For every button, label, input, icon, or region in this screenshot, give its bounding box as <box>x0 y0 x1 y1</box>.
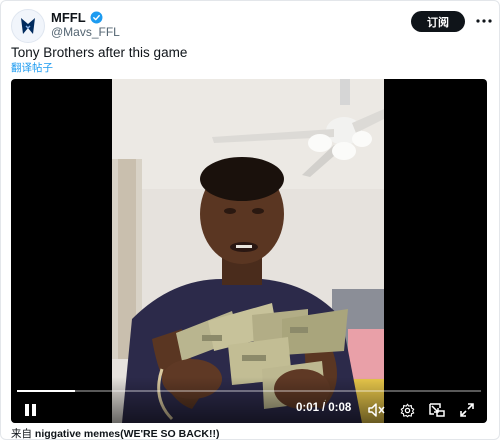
translate-post-link[interactable]: 翻译帖子 <box>11 60 53 75</box>
display-name[interactable]: MFFL <box>51 10 86 25</box>
subscribe-button[interactable]: 订阅 <box>411 11 465 32</box>
source-prefix: 来自 <box>11 428 32 440</box>
source-attribution: 来自 niggative memes(WE'RE SO BACK!!) <box>11 426 219 441</box>
duration: 0:08 <box>328 402 352 414</box>
avatar[interactable] <box>11 9 45 43</box>
current-time: 0:01 <box>296 402 320 414</box>
pause-icon <box>24 404 36 416</box>
tweet-card: MFFL @Mavs_FFL 订阅 Tony Brothers after th… <box>0 0 500 440</box>
video-frame <box>112 79 384 423</box>
progress-bar[interactable] <box>17 390 481 392</box>
account-name-row[interactable]: MFFL <box>51 10 103 25</box>
speaker-muted-icon <box>368 403 385 417</box>
video-player[interactable]: 0:01 / 0:08 <box>11 79 487 423</box>
mavs-logo-icon <box>21 18 35 34</box>
settings-button[interactable] <box>397 401 417 419</box>
expand-icon <box>460 403 474 417</box>
progress-fill <box>17 390 75 392</box>
account-handle[interactable]: @Mavs_FFL <box>51 25 120 39</box>
fullscreen-button[interactable] <box>457 401 477 419</box>
more-dots-icon[interactable] <box>475 13 493 29</box>
tweet-text: Tony Brothers after this game <box>11 45 188 60</box>
pip-button[interactable] <box>427 401 447 419</box>
time-separator: / <box>322 402 326 414</box>
gear-icon <box>400 403 414 417</box>
picture-in-picture-icon <box>429 403 445 417</box>
volume-button[interactable] <box>367 401 387 419</box>
verified-badge-icon <box>90 11 103 24</box>
source-name[interactable]: niggative memes(WE'RE SO BACK!!) <box>35 428 220 440</box>
video-time: 0:01 / 0:08 <box>296 402 351 414</box>
pause-button[interactable] <box>23 401 37 419</box>
